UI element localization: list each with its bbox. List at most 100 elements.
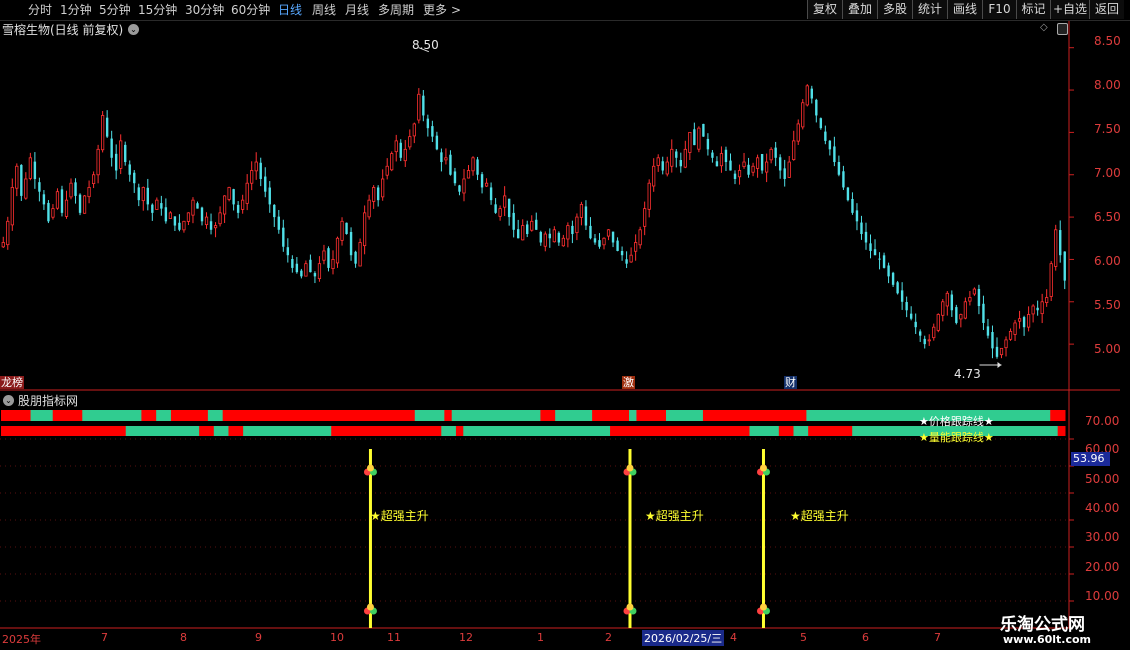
- x-label-jan: 1: [537, 631, 544, 644]
- candle-body-up: [241, 199, 245, 210]
- candle-body-down: [74, 182, 77, 196]
- price-track-band-cell: [355, 410, 364, 421]
- candle-body-up: [927, 339, 931, 342]
- volume-track-band-cell: [903, 426, 912, 436]
- price-track-band-cell: [333, 410, 342, 421]
- volume-track-band-cell: [441, 426, 450, 436]
- price-track-band-cell: [1028, 410, 1036, 421]
- volume-track-band-cell: [184, 426, 193, 436]
- candle-body-down: [747, 164, 750, 175]
- volume-track-band-cell: [1028, 426, 1037, 436]
- price-track-band-cell: [252, 410, 261, 421]
- volume-track-band-cell: [67, 426, 75, 436]
- candle-body-down: [309, 259, 312, 273]
- price-track-band-cell: [281, 410, 290, 421]
- event-tag-dragon-list[interactable]: 龙榜: [0, 376, 24, 389]
- price-track-band-cell: [207, 410, 216, 421]
- price-track-band-cell: [170, 410, 179, 421]
- volume-track-band-cell: [96, 426, 105, 436]
- candle-body-down: [909, 313, 913, 319]
- price-tick-750: 7.50: [1094, 122, 1121, 136]
- price-track-band-cell: [1013, 410, 1022, 421]
- price-track-band-cell: [111, 410, 120, 421]
- candle-body-up: [697, 127, 701, 150]
- candle-body-up: [484, 182, 489, 187]
- candle-body-down: [200, 207, 204, 222]
- candle-body-up: [606, 229, 611, 237]
- volume-track-band-cell: [815, 426, 824, 436]
- candle-body-down: [236, 204, 240, 213]
- candle-body-up: [304, 263, 308, 277]
- price-track-band-cell: [363, 410, 371, 421]
- candle-body-down: [702, 123, 705, 137]
- volume-track-band-cell: [265, 426, 274, 436]
- candle-body-down: [124, 144, 127, 163]
- volume-track-band-cell: [998, 426, 1007, 436]
- price-track-band-cell: [880, 410, 889, 421]
- volume-track-band-cell: [323, 426, 332, 436]
- price-track-band-cell: [119, 410, 128, 421]
- price-track-band-cell: [909, 410, 918, 421]
- indicator-title: 股朋指标网: [18, 394, 79, 408]
- volume-track-band-cell: [573, 426, 582, 436]
- x-label-aug: 8: [180, 631, 187, 644]
- candle-body-up: [719, 153, 724, 167]
- candle-body-up: [372, 187, 376, 202]
- candle-body-up: [1017, 318, 1022, 322]
- candle-body-up: [941, 301, 945, 316]
- candle-body-up: [968, 297, 972, 302]
- candle-body-up: [1013, 322, 1017, 335]
- low-price-label: 4.73: [954, 367, 981, 381]
- volume-track-band-cell: [580, 426, 589, 436]
- price-track-band-cell: [887, 410, 896, 421]
- candle-body-up: [254, 161, 258, 172]
- volume-track-band-cell: [595, 426, 604, 436]
- price-track-band-cell: [222, 410, 231, 421]
- event-tag-incentive[interactable]: 激: [622, 376, 635, 389]
- volume-track-band-cell: [287, 426, 296, 436]
- candle-body-up: [186, 212, 191, 222]
- volume-track-band-cell: [81, 426, 90, 436]
- candle-body-up: [963, 301, 967, 319]
- indicator-menu-chevron-icon[interactable]: ⌄: [3, 395, 14, 406]
- volume-track-band-cell: [521, 426, 530, 436]
- candle-body-down: [178, 222, 181, 230]
- candle-body-up: [101, 115, 105, 151]
- price-track-band-cell: [821, 410, 830, 421]
- candle-body-down: [151, 204, 154, 213]
- volume-track-band-cell: [551, 426, 560, 436]
- candle-body-up: [462, 178, 466, 194]
- candle-body-down: [1059, 230, 1062, 256]
- candle-body-up: [543, 233, 547, 247]
- volume-track-band-cell: [228, 426, 237, 436]
- candle-body-down: [891, 272, 895, 285]
- price-track-band-cell: [74, 410, 83, 421]
- x-label-sep: 9: [255, 631, 262, 644]
- price-track-band-cell: [762, 410, 770, 421]
- price-tick-600: 6.00: [1094, 254, 1121, 268]
- price-track-legend: ★价格跟踪线★: [919, 415, 994, 428]
- candle-body-down: [20, 164, 23, 196]
- price-track-band-cell: [185, 410, 194, 421]
- candle-body-up: [15, 165, 19, 189]
- candle-body-down: [480, 174, 484, 188]
- candle-body-up: [792, 140, 796, 161]
- candle-body-down: [593, 238, 597, 243]
- candle-body-up: [466, 170, 471, 179]
- volume-track-band-cell: [837, 426, 846, 436]
- indicator-tick-30: 30.00: [1085, 530, 1120, 544]
- candle-body-down: [435, 135, 439, 150]
- volume-track-band-cell: [610, 426, 618, 436]
- signal-ball-yellow: [626, 603, 634, 611]
- volume-track-band-cell: [294, 426, 303, 436]
- x-label-2025: 2025年: [2, 633, 41, 646]
- candle-body-up: [213, 225, 218, 229]
- price-track-band-cell: [274, 410, 283, 421]
- candle-body-down: [449, 154, 452, 175]
- candle-body-down: [616, 240, 619, 251]
- price-track-band-cell: [710, 410, 719, 421]
- event-tag-finance[interactable]: 财: [784, 376, 797, 389]
- candle-body-down: [851, 198, 854, 213]
- candle-body-up: [755, 157, 760, 169]
- candle-body-down: [833, 146, 836, 163]
